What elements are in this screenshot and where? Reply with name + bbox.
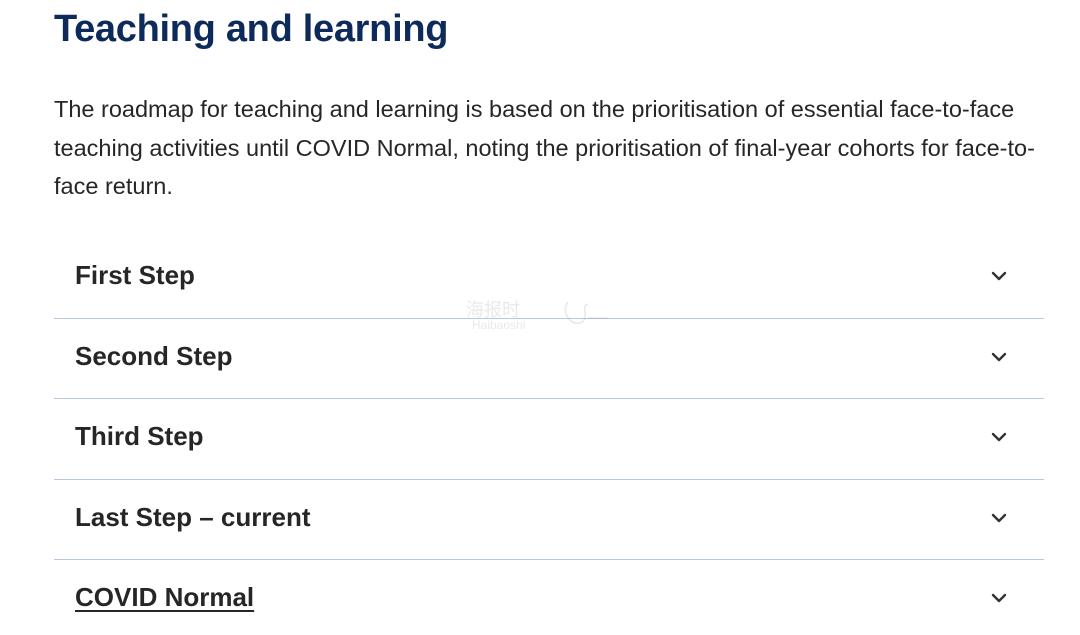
roadmap-accordion: First Step Second Step Third Step Last S…: [54, 238, 1044, 635]
accordion-item-covid-normal[interactable]: COVID Normal: [54, 560, 1044, 635]
accordion-label: Second Step: [75, 340, 233, 371]
chevron-down-icon[interactable]: [990, 512, 1008, 524]
accordion-item-third-step[interactable]: Third Step: [54, 399, 1044, 480]
accordion-label: Last Step – current: [75, 501, 311, 532]
accordion-label: Third Step: [75, 421, 204, 451]
intro-paragraph: The roadmap for teaching and learning is…: [54, 96, 1035, 199]
accordion-item-first-step[interactable]: First Step: [54, 238, 1044, 319]
accordion-label: First Step: [75, 260, 195, 290]
chevron-down-icon[interactable]: [990, 351, 1008, 363]
chevron-down-icon[interactable]: [990, 270, 1008, 282]
chevron-down-icon[interactable]: [990, 431, 1008, 443]
accordion-label: COVID Normal: [75, 582, 255, 612]
page-title: Teaching and learning: [54, 8, 449, 50]
chevron-down-icon[interactable]: [990, 592, 1008, 604]
accordion-item-last-step[interactable]: Last Step – current: [54, 480, 1044, 560]
accordion-item-second-step[interactable]: Second Step: [54, 319, 1044, 399]
